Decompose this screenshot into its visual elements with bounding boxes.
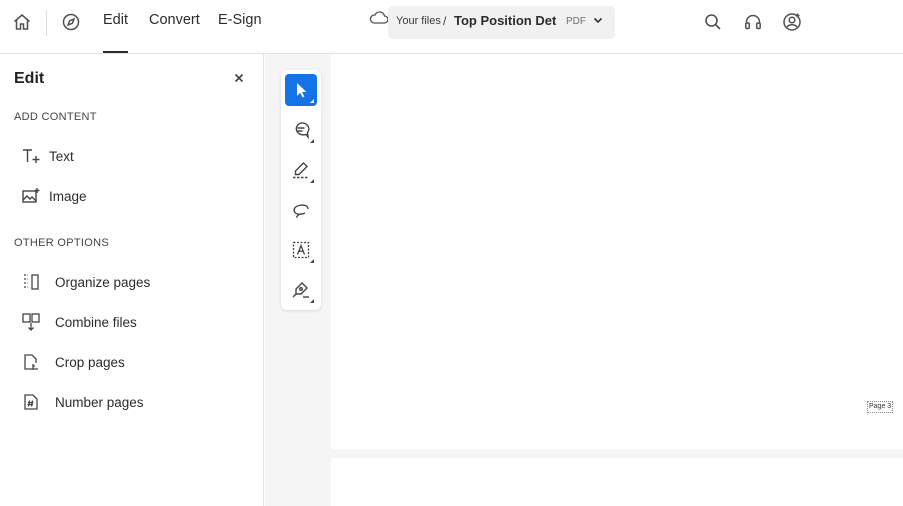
organize-pages-button[interactable]: Organize pages bbox=[14, 268, 250, 296]
comment-tool-menu-indicator bbox=[310, 139, 314, 143]
combine-files-label: Combine files bbox=[55, 314, 137, 330]
breadcrumb-your-files[interactable]: Your files bbox=[396, 15, 441, 27]
section-heading-other-options: OTHER OPTIONS bbox=[14, 237, 109, 249]
combine-files-icon bbox=[20, 311, 42, 333]
pdf-page-next[interactable] bbox=[331, 458, 903, 506]
home-icon[interactable] bbox=[8, 8, 36, 36]
quick-tools-rail bbox=[281, 70, 321, 310]
headset-icon[interactable] bbox=[739, 8, 767, 36]
crop-pages-icon bbox=[20, 351, 42, 373]
add-text-icon bbox=[20, 145, 42, 167]
search-icon[interactable] bbox=[699, 8, 727, 36]
combine-files-button[interactable]: Combine files bbox=[14, 308, 250, 336]
number-pages-label: Number pages bbox=[55, 394, 144, 410]
file-name[interactable]: Top Position Det... bbox=[454, 13, 556, 28]
edit-panel: Edit ADD CONTENT Text Image OTHER OPTION… bbox=[0, 54, 264, 506]
organize-pages-icon bbox=[20, 271, 42, 293]
crop-pages-button[interactable]: Crop pages bbox=[14, 348, 250, 376]
page-number-label: Page 3 bbox=[867, 401, 894, 413]
tab-edit[interactable]: Edit bbox=[103, 12, 128, 53]
section-heading-add-content: ADD CONTENT bbox=[14, 111, 97, 123]
add-image-label: Image bbox=[49, 188, 87, 204]
add-image-button[interactable]: Image bbox=[14, 182, 250, 210]
text-box-tool-menu-indicator bbox=[310, 259, 314, 263]
add-text-button[interactable]: Text bbox=[14, 142, 250, 170]
text-box-tool[interactable] bbox=[285, 234, 317, 266]
chevron-down-icon[interactable] bbox=[591, 13, 605, 32]
select-tool-menu-indicator bbox=[310, 99, 314, 103]
highlight-tool-menu-indicator bbox=[310, 179, 314, 183]
sign-tool-menu-indicator bbox=[310, 299, 314, 303]
comment-tool[interactable] bbox=[285, 114, 317, 146]
header-divider bbox=[46, 10, 47, 36]
pdf-page[interactable] bbox=[331, 54, 903, 449]
tab-esign[interactable]: E-Sign bbox=[218, 12, 262, 52]
account-icon[interactable] bbox=[778, 8, 806, 36]
select-tool[interactable] bbox=[285, 74, 317, 106]
draw-tool[interactable] bbox=[285, 194, 317, 226]
close-icon[interactable] bbox=[231, 70, 247, 86]
add-text-label: Text bbox=[49, 148, 74, 164]
sign-tool[interactable] bbox=[285, 274, 317, 306]
cloud-icon bbox=[368, 9, 390, 32]
file-type-badge: PDF bbox=[566, 16, 586, 27]
highlight-tool[interactable] bbox=[285, 154, 317, 186]
number-pages-button[interactable]: Number pages bbox=[14, 388, 250, 416]
tab-convert[interactable]: Convert bbox=[149, 12, 200, 52]
panel-title: Edit bbox=[14, 70, 45, 87]
top-bar: Edit Convert E-Sign Your files / Top Pos… bbox=[0, 0, 903, 54]
add-image-icon bbox=[20, 185, 42, 207]
number-pages-icon bbox=[20, 391, 42, 413]
crop-pages-label: Crop pages bbox=[55, 354, 125, 370]
breadcrumb-separator: / bbox=[443, 14, 447, 28]
compass-icon[interactable] bbox=[57, 8, 85, 36]
organize-pages-label: Organize pages bbox=[55, 274, 151, 290]
